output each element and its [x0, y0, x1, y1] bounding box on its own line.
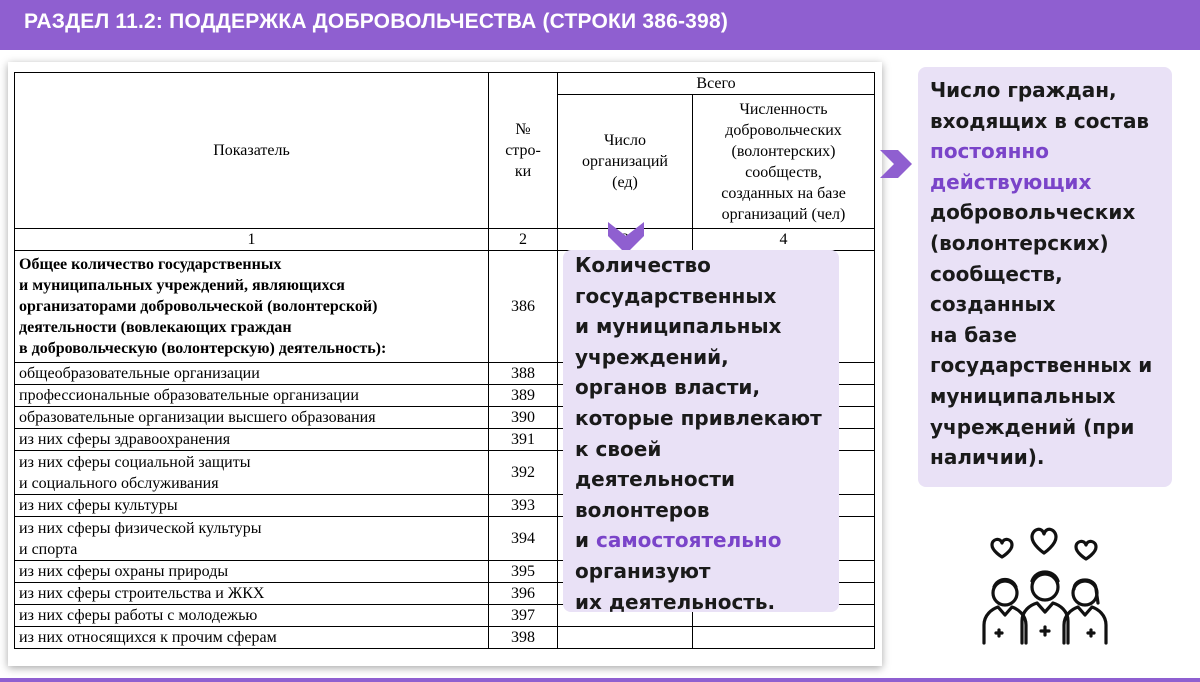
table-row: из них относящихся к прочим сферам 398: [14, 626, 876, 649]
header-bar: РАЗДЕЛ 11.2: ПОДДЕРЖКА ДОБРОВОЛЬЧЕСТВА (…: [0, 0, 1200, 50]
callout-citizens-line: действующих: [930, 169, 1092, 194]
callout-citizens-line: муниципальных: [930, 383, 1116, 408]
callout-organizations-line: которые привлекают: [575, 405, 822, 430]
header-row-number: № стро- ки: [488, 72, 558, 229]
callout-citizens-line: наличии).: [930, 445, 1045, 470]
chevron-right-icon: [880, 150, 912, 178]
callout-citizens-line: постоянно: [930, 139, 1049, 164]
row-label: из них сферы социальной защиты и социальн…: [14, 450, 489, 495]
callout-organizations-line: Количество: [575, 253, 711, 277]
row-number: 393: [488, 494, 558, 517]
row-number: 398: [488, 626, 558, 649]
column-number-4: 4: [691, 228, 876, 251]
callout-organizations-line: их деятельность.: [575, 589, 776, 614]
callout-citizens-line: созданных: [930, 292, 1056, 317]
row-number: 391: [488, 428, 558, 451]
row-label: общеобразовательные организации: [14, 362, 489, 385]
row-label: из них сферы строительства и ЖКХ: [14, 582, 489, 605]
volunteers-hearts-icon: [982, 527, 1108, 645]
row-number: 390: [488, 406, 558, 429]
column-number-2: 2: [488, 228, 558, 251]
row-number: 389: [488, 384, 558, 407]
row-label: из них относящихся к прочим сферам: [14, 626, 489, 649]
page-title: РАЗДЕЛ 11.2: ПОДДЕРЖКА ДОБРОВОЛЬЧЕСТВА (…: [24, 10, 729, 33]
row-number: 395: [488, 560, 558, 583]
row-number: 388: [488, 362, 558, 385]
callout-citizens-line: Число граждан,: [930, 78, 1117, 102]
row-label: профессиональные образовательные организ…: [14, 384, 489, 407]
row-orgs-cell: [557, 626, 693, 649]
callout-organizations-line: к своей: [575, 436, 662, 461]
row-volunteers-cell: [691, 626, 876, 649]
callout-organizations-line: учреждений,: [575, 344, 729, 369]
callout-citizens-line: добровольческих: [930, 200, 1136, 225]
callout-organizations-line: организуют: [575, 558, 711, 583]
row-number: 392: [488, 450, 558, 495]
callout-organizations-text: Количество государственных и муниципальных…: [575, 250, 822, 617]
callout-organizations: Количество государственных и муниципальных…: [563, 250, 839, 614]
header-total: Всего: [556, 72, 876, 95]
callout-organizations-line: деятельности: [575, 467, 736, 492]
bottom-accent-line: [0, 678, 1200, 682]
main-row-label: Общее количество государственных и муниц…: [14, 250, 489, 363]
callout-citizens-line: учреждений (при: [930, 414, 1135, 439]
callout-organizations-line: органов власти,: [575, 375, 761, 400]
row-number: 396: [488, 582, 558, 605]
callout-organizations-line: волонтеров: [575, 497, 710, 522]
row-label: из них сферы охраны природы: [14, 560, 489, 583]
callout-citizens: Число граждан, входящих в состав постоянно…: [918, 67, 1172, 487]
row-label: из них сферы здравоохранения: [14, 428, 489, 451]
row-label: из них сферы культуры: [14, 494, 489, 517]
column-number-1: 1: [14, 228, 489, 251]
callout-citizens-line: входящих в состав: [930, 108, 1150, 133]
header-orgs-count: Число организаций (ед): [557, 94, 693, 229]
callout-citizens-line: сообществ,: [930, 261, 1063, 286]
header-volunteers-count: Численность добровольческих (волонтерски…: [691, 94, 876, 229]
row-number: 397: [488, 604, 558, 627]
header-indicator: Показатель: [14, 72, 489, 229]
callout-citizens-text: Число граждан, входящих в состав постоянно…: [930, 75, 1152, 473]
callout-citizens-line: государственных и: [930, 353, 1153, 378]
row-label: из них сферы физической культуры и спорта: [14, 516, 489, 561]
row-label: из них сферы работы с молодежью: [14, 604, 489, 627]
callout-citizens-line: (волонтерских): [930, 230, 1109, 255]
row-label: образовательные организации высшего обра…: [14, 406, 489, 429]
callout-organizations-line: государственных: [575, 283, 777, 308]
callout-citizens-line: на базе: [930, 322, 1017, 347]
row-number: 394: [488, 516, 558, 561]
callout-organizations-line: и самостоятельно: [575, 528, 782, 553]
callout-organizations-line: и муниципальных: [575, 314, 782, 339]
main-row-number: 386: [488, 250, 558, 363]
